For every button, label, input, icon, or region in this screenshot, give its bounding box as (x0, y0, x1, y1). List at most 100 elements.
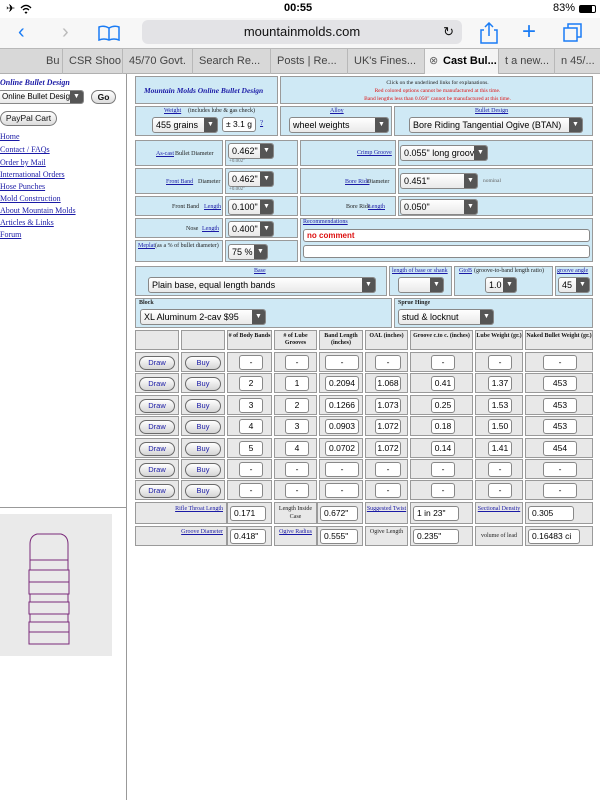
table-value-field[interactable]: - (488, 462, 512, 477)
buy-button[interactable]: Buy (185, 441, 221, 456)
table-value-field[interactable]: 0.0903 (325, 419, 359, 435)
groove-diameter-value[interactable]: 0.418" (230, 529, 266, 544)
tab[interactable]: CSR Shoo (62, 49, 122, 74)
table-value-field[interactable]: - (431, 462, 455, 477)
tab[interactable]: t a new... (498, 49, 554, 74)
ascast-select[interactable]: 0.462" ▼ (228, 143, 274, 159)
boreride-select[interactable]: 0.451" ▼ (400, 173, 478, 189)
sidebar-link-forum[interactable]: Forum (0, 230, 21, 239)
recommendations-field-2[interactable] (303, 245, 590, 258)
table-value-field[interactable]: 1.53 (488, 397, 512, 413)
alloy-select[interactable]: wheel weights ▼ (289, 117, 389, 133)
table-value-field[interactable]: 0.14 (431, 440, 455, 456)
boreride-label[interactable]: Bore Ride (345, 179, 370, 185)
draw-button[interactable]: Draw (139, 356, 175, 370)
table-value-field[interactable]: 1 (285, 376, 309, 392)
table-value-field[interactable]: - (375, 355, 401, 370)
block-select[interactable]: XL Aluminum 2-cav $95 ▼ (140, 309, 266, 325)
table-value-field[interactable]: 3 (239, 397, 263, 413)
table-value-field[interactable]: 1.41 (488, 440, 512, 456)
draw-button[interactable]: Draw (139, 463, 175, 477)
draw-button[interactable]: Draw (139, 377, 175, 392)
table-value-field[interactable]: 0.18 (431, 419, 455, 435)
tab-active[interactable]: ⊗ Cast Bul... (424, 49, 498, 74)
volume-lead-value[interactable]: 0.16483 ci (528, 529, 580, 544)
table-value-field[interactable]: 0.0702 (325, 440, 359, 456)
table-value-field[interactable]: 1.073 (375, 397, 401, 413)
draw-button[interactable]: Draw (139, 420, 175, 435)
table-value-field[interactable]: 0.41 (431, 376, 455, 392)
table-value-field[interactable]: - (488, 355, 512, 370)
close-tab-icon[interactable]: ⊗ (429, 49, 438, 74)
brl-select[interactable]: 0.050" ▼ (400, 199, 478, 215)
table-value-field[interactable]: 453 (543, 397, 577, 413)
ascast-label[interactable]: As-cast (156, 151, 174, 157)
sidebar-link-contact[interactable]: Contact / FAQs (0, 145, 50, 154)
crimp-select[interactable]: 0.055" long groove ▼ (400, 145, 488, 161)
tab[interactable]: n 45/... (554, 49, 600, 74)
table-value-field[interactable]: - (488, 483, 512, 499)
share-icon[interactable] (480, 22, 498, 44)
recommendations-field[interactable]: no comment (303, 229, 590, 242)
groove-angle-label[interactable]: groove angle (557, 268, 588, 274)
table-value-field[interactable]: - (285, 462, 309, 477)
bookmarks-icon[interactable] (98, 25, 120, 41)
buy-button[interactable]: Buy (185, 398, 221, 413)
lob-select[interactable]: ▼ (398, 277, 444, 293)
table-value-field[interactable]: 2 (285, 397, 309, 413)
sidebar-link-home[interactable]: Home (0, 132, 20, 141)
frontband-label[interactable]: Front Band (166, 179, 193, 185)
table-value-field[interactable]: 454 (543, 440, 577, 456)
go-button[interactable]: Go (91, 90, 116, 104)
table-value-field[interactable]: 2 (239, 376, 263, 392)
weight-tolerance-field[interactable]: ± 3.1 g (222, 117, 256, 132)
lob-label[interactable]: length of base or shank (392, 268, 448, 274)
tab[interactable]: Bu (0, 49, 62, 74)
sidebar-link-articles[interactable]: Articles & Links (0, 218, 54, 227)
groove-angle-select[interactable]: 45 ▼ (558, 277, 590, 293)
fbl-select[interactable]: 0.100" ▼ (228, 199, 274, 215)
back-icon[interactable]: ‹ (18, 22, 25, 42)
table-value-field[interactable]: - (543, 462, 577, 477)
crimp-label[interactable]: Crimp Groove (357, 150, 392, 156)
weight-select[interactable]: 455 grains ▼ (152, 117, 218, 133)
table-value-field[interactable]: 1.072 (375, 419, 401, 435)
base-label[interactable]: Base (254, 268, 266, 274)
table-value-field[interactable]: 0.2094 (325, 376, 359, 392)
table-value-field[interactable]: 5 (239, 440, 263, 456)
bullet-design-select[interactable]: Bore Riding Tangential Ogive (BTAN) ▼ (409, 117, 583, 133)
ogive-radius-value[interactable]: 0.555" (320, 529, 358, 544)
weight-help-link[interactable]: ? (260, 119, 263, 127)
table-value-field[interactable]: - (239, 462, 263, 477)
length-inside-value[interactable]: 0.672" (320, 506, 358, 521)
draw-button[interactable]: Draw (139, 398, 175, 413)
sidebar-link-about[interactable]: About Mountain Molds (0, 206, 76, 215)
tab[interactable]: Search Re... (192, 49, 270, 74)
sectional-density-label[interactable]: Sectional Density (476, 505, 522, 513)
table-value-field[interactable]: 1.072 (375, 440, 401, 456)
table-value-field[interactable]: - (239, 355, 263, 370)
table-value-field[interactable]: - (543, 483, 577, 499)
table-value-field[interactable]: - (431, 483, 455, 499)
table-value-field[interactable]: - (325, 483, 359, 499)
paypal-cart-button[interactable]: PayPal Cart (0, 111, 57, 126)
table-value-field[interactable]: 0.25 (431, 397, 455, 413)
table-value-field[interactable]: - (431, 355, 455, 370)
table-value-field[interactable]: - (543, 355, 577, 370)
address-bar[interactable]: mountainmolds.com ↻ (142, 20, 462, 44)
sectional-density-value[interactable]: 0.305 (528, 506, 574, 521)
suggested-twist-label[interactable]: Suggested Twist (366, 505, 407, 513)
sidebar-link-mold-construction[interactable]: Mold Construction (0, 194, 61, 203)
draw-button[interactable]: Draw (139, 441, 175, 456)
buy-button[interactable]: Buy (185, 377, 221, 392)
nose-link[interactable]: Length (202, 226, 219, 232)
groove-diameter-label[interactable]: Groove Diameter (163, 528, 223, 537)
table-value-field[interactable]: 1.50 (488, 419, 512, 435)
buy-button[interactable]: Buy (185, 356, 221, 370)
tab[interactable]: UK's Fines... (347, 49, 424, 74)
sidebar-link-international[interactable]: International Orders (0, 170, 65, 179)
table-value-field[interactable]: 0.1266 (325, 397, 359, 413)
tab[interactable]: 45/70 Govt. (122, 49, 192, 74)
table-value-field[interactable]: 4 (285, 440, 309, 456)
draw-button[interactable]: Draw (139, 484, 175, 499)
